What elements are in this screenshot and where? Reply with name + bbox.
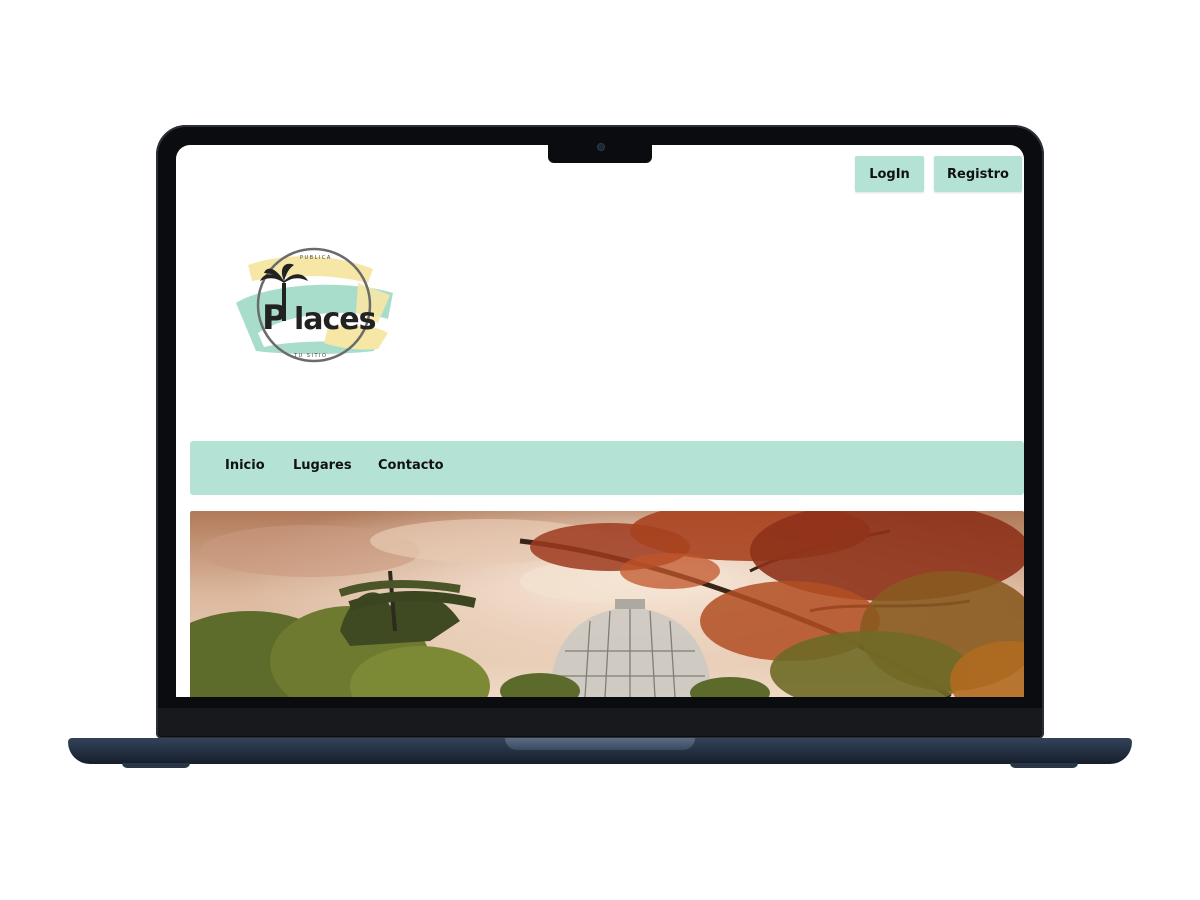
nav-item-contacto[interactable]: Contacto <box>378 458 444 473</box>
logo-ring-bottom: TU SITIO <box>293 353 327 359</box>
laptop-bezel-chin <box>158 708 1042 736</box>
nav-item-lugares[interactable]: Lugares <box>293 458 352 473</box>
webcam-icon <box>597 143 605 151</box>
logo-ring-top: PUBLICA <box>300 255 332 261</box>
login-button[interactable]: LogIn <box>855 156 924 192</box>
logo-wordmark: P <box>262 298 286 338</box>
logo-wordmark-tail: laces <box>294 302 376 337</box>
hero-image <box>190 511 1024 697</box>
laptop-foot-left <box>122 763 190 768</box>
laptop-base-groove <box>505 738 695 750</box>
laptop-foot-right <box>1010 763 1078 768</box>
main-nav: Inicio Lugares Contacto <box>190 441 1024 495</box>
nav-item-inicio[interactable]: Inicio <box>225 458 265 473</box>
register-button[interactable]: Registro <box>934 156 1022 192</box>
laptop-screen: LogIn Registro P laces PUBLICA TU SITIO … <box>176 145 1024 697</box>
places-logo[interactable]: P laces PUBLICA TU SITIO <box>228 243 398 373</box>
